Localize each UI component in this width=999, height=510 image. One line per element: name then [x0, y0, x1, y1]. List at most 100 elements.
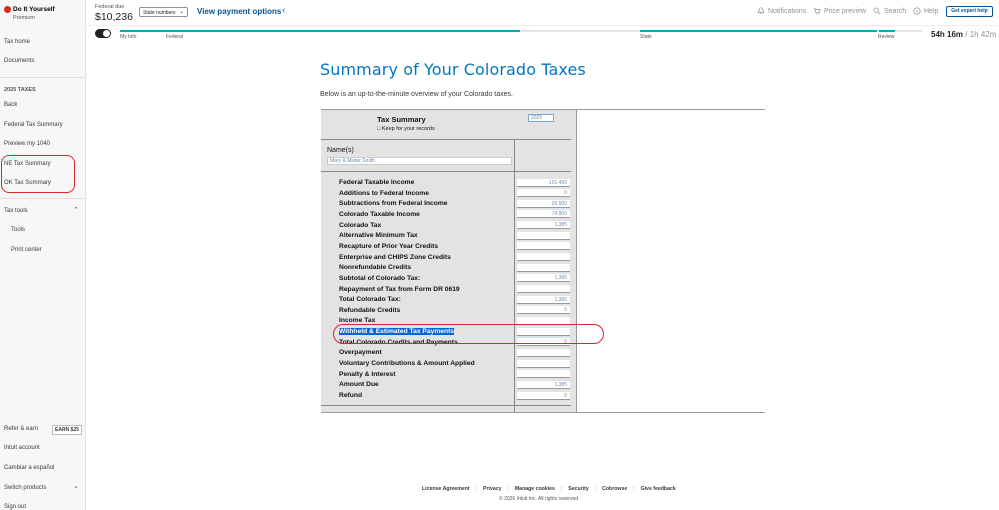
form-line-value[interactable]: [517, 263, 570, 272]
step-federal[interactable]: Federal: [166, 34, 183, 40]
help-button[interactable]: ? Help: [913, 7, 938, 15]
footer-separator: |: [594, 486, 597, 492]
form-line-label: Alternative Minimum Tax: [339, 232, 418, 240]
form-subtitle-text: Keep for your records: [381, 126, 435, 132]
form-line-label: Total Colorado Tax:: [339, 296, 401, 304]
form-line-value[interactable]: [517, 231, 570, 240]
timer-total: 1h 42m: [969, 30, 997, 39]
sidebar: Do It Yourself Premium Tax home Document…: [0, 0, 86, 510]
progress-fill-review: [879, 30, 895, 32]
earn-badge: EARN $25: [52, 425, 82, 435]
sidebar-item-documents[interactable]: Documents: [4, 58, 34, 64]
copyright: © 2026 Intuit Inc. All rights reserved.: [499, 496, 580, 502]
form-line-value[interactable]: [517, 285, 570, 293]
sidebar-item-print-center[interactable]: Print center: [11, 247, 42, 253]
chevron-down-icon[interactable]: ⌄: [73, 482, 79, 490]
get-expert-help-button[interactable]: Get expert help: [946, 6, 993, 17]
search-icon: [873, 7, 881, 15]
step-state[interactable]: State: [640, 34, 652, 40]
price-preview-label: Price preview: [824, 7, 867, 15]
form-line-value[interactable]: 101,400: [517, 178, 570, 187]
chevron-left-icon[interactable]: ‹: [282, 5, 285, 16]
top-header: Federal due $10,236 State numbers ⌄ View…: [86, 0, 999, 26]
form-line-value[interactable]: 26,500: [517, 199, 570, 208]
view-payment-options-link[interactable]: View payment options: [197, 7, 281, 16]
price-preview-button[interactable]: Price preview: [813, 7, 866, 15]
form-line-label: Colorado Tax: [339, 221, 382, 229]
brand-logo[interactable]: Do It Yourself: [4, 6, 55, 13]
form-line-value[interactable]: 1,385: [517, 295, 570, 304]
form-line-label: Recapture of Prior Year Credits: [339, 242, 439, 250]
form-column-divider: [514, 140, 515, 412]
view-toggle[interactable]: [95, 29, 111, 38]
timer: 54h 16m / 1h 42m: [931, 30, 996, 39]
form-line-label: Nonrefundable Credits: [339, 264, 412, 272]
footer-link[interactable]: Cobrowse: [602, 486, 627, 492]
form-line-value[interactable]: [517, 359, 570, 368]
tax-summary-form: Tax Summary □ Keep for your records 2025…: [321, 109, 765, 413]
sidebar-item-tax-home[interactable]: Tax home: [4, 39, 30, 45]
names-label: Name(s): [327, 147, 354, 154]
help-label: Help: [924, 7, 939, 15]
state-select-label: State numbers: [143, 9, 176, 16]
sidebar-item-sign-out[interactable]: Sign out: [4, 504, 26, 510]
footer-links: License Agreement | Privacy | Manage cookies…: [422, 486, 676, 492]
chevron-up-icon[interactable]: ⌃: [73, 206, 79, 214]
form-line-value[interactable]: 1,385: [517, 274, 570, 283]
form-line-value[interactable]: 0: [517, 189, 570, 198]
notifications-button[interactable]: Notifications: [757, 7, 806, 15]
footer-separator: |: [633, 486, 635, 492]
sidebar-item-federal-summary[interactable]: Federal Tax Summary: [4, 122, 63, 128]
form-line-label: Colorado Taxable Income: [339, 210, 420, 218]
state-numbers-select[interactable]: State numbers ⌄: [139, 7, 188, 17]
form-rule: [321, 139, 571, 140]
form-line-label: Refundable Credits: [339, 306, 401, 314]
sidebar-divider: [0, 77, 86, 78]
footer-link[interactable]: License Agreement: [422, 486, 470, 492]
sidebar-item-espanol[interactable]: Cambiar a español: [4, 465, 54, 471]
sidebar-item-intuit-account[interactable]: Intuit account: [4, 445, 40, 451]
form-title: Tax Summary: [377, 115, 426, 124]
form-line-label: Overpayment: [339, 349, 382, 357]
sidebar-section-heading: 2025 TAXES: [4, 87, 36, 93]
sidebar-item-back[interactable]: Back: [4, 102, 17, 108]
sidebar-item-refer-earn[interactable]: Refer & earn: [4, 426, 38, 432]
form-rule: [321, 171, 571, 172]
form-line-label: Voluntary Contributions & Amount Applied: [339, 360, 475, 368]
step-my-info[interactable]: My Info: [120, 34, 136, 40]
form-line-value[interactable]: [517, 370, 570, 379]
sidebar-item-tax-tools[interactable]: Tax tools: [4, 208, 28, 214]
keep-checkbox-icon: □: [377, 126, 381, 132]
form-line-value[interactable]: 0: [517, 306, 570, 315]
help-icon: ?: [913, 7, 921, 15]
form-line-value[interactable]: [517, 242, 570, 251]
form-line-label: Penalty & Interest: [339, 370, 396, 378]
form-line-value[interactable]: [517, 348, 570, 357]
form-line-label: Subtractions from Federal Income: [339, 200, 448, 208]
sidebar-item-tools[interactable]: Tools: [11, 227, 25, 233]
footer-separator: |: [507, 486, 509, 492]
footer-separator: |: [560, 486, 563, 492]
annotation-oval: [1, 155, 75, 193]
footer-link[interactable]: Give feedback: [641, 486, 676, 492]
form-line-value[interactable]: [517, 253, 570, 262]
form-line-label: Federal Taxable Income: [339, 179, 415, 186]
form-line-value[interactable]: 1,385: [517, 380, 570, 389]
footer-separator: |: [475, 486, 478, 492]
footer-link[interactable]: Privacy: [483, 486, 501, 492]
sidebar-item-switch-products[interactable]: Switch products: [4, 485, 46, 491]
search-button[interactable]: Search: [873, 7, 906, 15]
bell-icon: [757, 7, 765, 14]
names-field[interactable]: Mary & Mister Smith: [327, 157, 512, 165]
sidebar-item-preview-1040[interactable]: Preview my 1040: [4, 141, 50, 147]
sidebar-divider: [0, 198, 86, 199]
form-line-value[interactable]: 1,385: [517, 221, 570, 230]
step-review[interactable]: Review: [878, 34, 894, 40]
form-line-label: Repayment of Tax from Form DR 0619: [339, 285, 460, 293]
form-year-field[interactable]: 2025: [528, 114, 554, 122]
footer-link[interactable]: Security: [568, 486, 588, 492]
footer-link[interactable]: Manage cookies: [515, 486, 555, 492]
form-line-value[interactable]: 74,900: [517, 210, 570, 219]
brand-name: Do It Yourself: [13, 6, 55, 13]
form-line-value[interactable]: 0: [517, 391, 570, 400]
